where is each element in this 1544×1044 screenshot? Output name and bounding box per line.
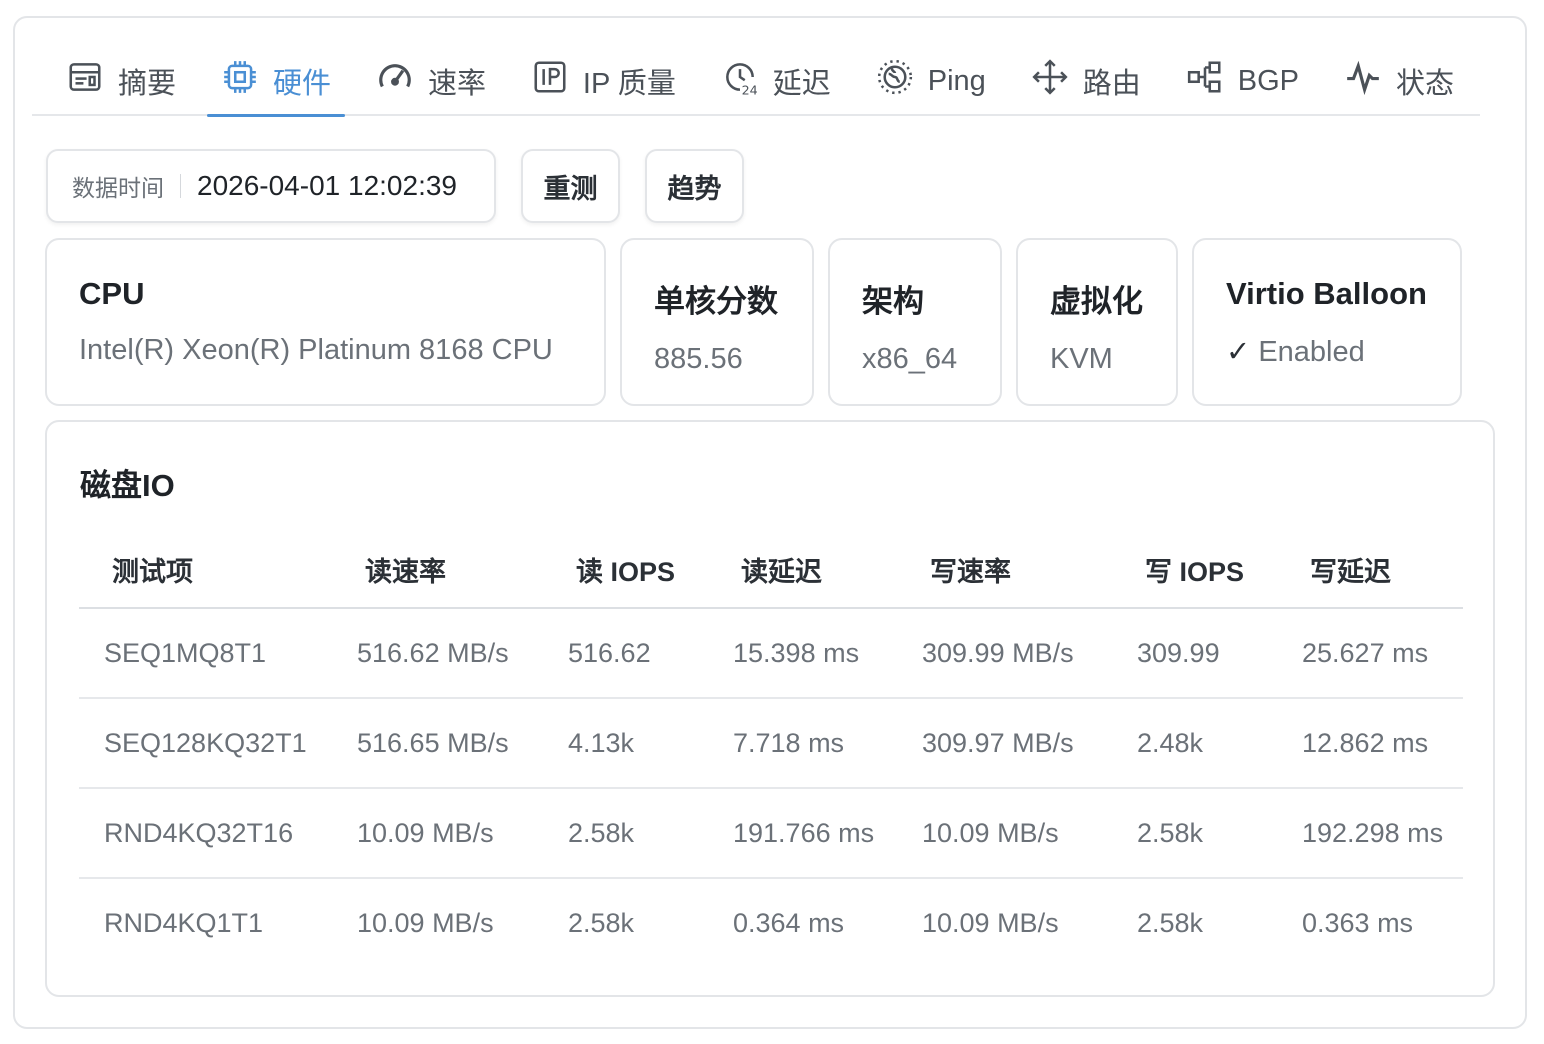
table-cell: RND4KQ32T16 xyxy=(79,788,332,879)
cpu-value: Intel(R) Xeon(R) Platinum 8168 CPU xyxy=(79,334,553,366)
retest-button[interactable]: 重测 xyxy=(521,149,620,223)
arch-card: 架构 x86_64 xyxy=(828,238,1002,406)
table-cell: 309.97 MB/s xyxy=(897,698,1112,789)
tab-label: 速率 xyxy=(427,68,486,100)
balloon-status: ✓ Enabled xyxy=(1226,334,1460,369)
chip-icon xyxy=(221,58,259,104)
arch-title: 架构 xyxy=(862,284,924,319)
summary-icon xyxy=(66,58,104,104)
data-time-chip: 数据时间 2026-04-01 12:02:39 xyxy=(46,149,496,223)
network-icon xyxy=(1186,58,1224,104)
activity-icon xyxy=(1344,58,1382,104)
tab-latency[interactable]: 24 延迟 xyxy=(707,47,845,115)
tab-bar: 摘要 硬件 速率 IP 质量 24 延迟 Ping 路由 BGP 状态 xyxy=(32,47,1480,117)
balloon-value: Enabled xyxy=(1258,336,1365,368)
table-cell: 2.58k xyxy=(1112,788,1277,879)
trend-button[interactable]: 趋势 xyxy=(645,149,744,223)
table-cell: 2.58k xyxy=(568,908,635,938)
speedometer-icon xyxy=(376,58,414,104)
tab-ip-quality[interactable]: IP 质量 xyxy=(517,47,690,115)
table-cell: SEQ128KQ32T1 xyxy=(79,698,332,789)
table-cell: 10.09 MB/s xyxy=(897,788,1112,879)
table-cell: 10.09 MB/s xyxy=(357,908,494,938)
table-row: RND4KQ32T16 10.09 MB/s 2.58k 191.766 ms … xyxy=(79,788,1463,879)
table-cell: 12.862 ms xyxy=(1277,698,1463,789)
clock-24-icon: 24 xyxy=(721,58,759,104)
table-cell: 516.65 MB/s xyxy=(332,698,543,789)
table-cell: SEQ1MQ8T1 xyxy=(79,608,332,699)
table-row: SEQ1MQ8T1 516.62 MB/s 516.62 15.398 ms 3… xyxy=(79,608,1463,699)
arch-value: x86_64 xyxy=(862,343,958,375)
tab-label: BGP xyxy=(1237,64,1299,97)
check-icon: ✓ xyxy=(1226,336,1251,368)
single-core-value: 885.56 xyxy=(654,343,743,375)
table-cell: 192.298 ms xyxy=(1277,788,1463,879)
table-header-row: 测试项 读速率 读 IOPS 读延迟 写速率 写 IOPS 写延迟 xyxy=(79,532,1463,609)
col-header: 写速率 xyxy=(897,532,1112,609)
tab-label: IP 质量 xyxy=(582,68,676,100)
tab-label: 状态 xyxy=(1395,68,1454,100)
route-icon xyxy=(1031,58,1069,104)
tab-label: 摘要 xyxy=(118,68,177,100)
disk-io-title: 磁盘IO xyxy=(80,468,175,503)
table-cell: 10.09 MB/s xyxy=(922,908,1059,938)
tab-speed[interactable]: 速率 xyxy=(362,47,500,115)
tab-label: 延迟 xyxy=(772,68,831,100)
table-cell: 516.62 xyxy=(543,608,708,699)
table-cell: 0.364 ms xyxy=(733,908,845,938)
balloon-card: Virtio Balloon ✓ Enabled xyxy=(1192,238,1462,406)
table-cell: 25.627 ms xyxy=(1277,608,1463,699)
table-cell: 516.62 MB/s xyxy=(332,608,543,699)
single-core-title: 单核分数 xyxy=(654,284,778,319)
table-cell: RND4KQ1T1 xyxy=(104,908,264,938)
table-cell: 2.58k xyxy=(543,788,708,879)
cpu-card: CPU Intel(R) Xeon(R) Platinum 8168 CPU xyxy=(45,238,606,406)
tab-status[interactable]: 状态 xyxy=(1330,47,1468,115)
table-cell: 191.766 ms xyxy=(708,788,897,879)
table-cell: 10.09 MB/s xyxy=(332,788,543,879)
table-cell: 4.13k xyxy=(543,698,708,789)
divider xyxy=(180,174,181,198)
tab-ping[interactable]: Ping xyxy=(862,47,1000,115)
col-header: 读 IOPS xyxy=(543,532,708,609)
table-cell: 309.99 MB/s xyxy=(897,608,1112,699)
table-row: SEQ128KQ32T1 516.65 MB/s 4.13k 7.718 ms … xyxy=(79,698,1463,789)
table-cell: 7.718 ms xyxy=(708,698,897,789)
col-header: 写 IOPS xyxy=(1112,532,1277,609)
ip-icon xyxy=(531,58,569,104)
table-cell: 0.363 ms xyxy=(1302,908,1414,938)
tab-route[interactable]: 路由 xyxy=(1017,47,1155,115)
col-header: 写延迟 xyxy=(1277,532,1463,609)
col-header: 测试项 xyxy=(79,532,332,609)
tab-label: Ping xyxy=(927,64,986,97)
table-cell: 2.58k xyxy=(1137,908,1204,938)
tab-summary[interactable]: 摘要 xyxy=(52,47,190,115)
tab-hardware[interactable]: 硬件 xyxy=(206,47,346,117)
table-cell: 15.398 ms xyxy=(708,608,897,699)
data-time-value: 2026-04-01 12:02:39 xyxy=(197,170,457,201)
tab-bgp[interactable]: BGP xyxy=(1172,47,1313,115)
disk-io-table: 测试项 读速率 读 IOPS 读延迟 写速率 写 IOPS 写延迟 SEQ1MQ… xyxy=(79,532,1463,968)
table-row: RND4KQ1T1 10.09 MB/s 2.58k 0.364 ms 10.0… xyxy=(79,878,1463,968)
virt-title: 虚拟化 xyxy=(1050,284,1143,319)
table-cell: 309.99 xyxy=(1112,608,1277,699)
disk-io-section: 磁盘IO 测试项 读速率 读 IOPS 读延迟 写速率 写 IOPS 写延迟 S… xyxy=(45,420,1495,997)
data-time-label: 数据时间 xyxy=(72,175,164,201)
cpu-title: CPU xyxy=(79,276,145,311)
table-cell: 2.48k xyxy=(1112,698,1277,789)
svg-text:24: 24 xyxy=(741,82,757,96)
virt-value: KVM xyxy=(1050,343,1113,375)
single-core-card: 单核分数 885.56 xyxy=(620,238,814,406)
tab-label: 硬件 xyxy=(272,68,331,100)
virt-card: 虚拟化 KVM xyxy=(1016,238,1178,406)
col-header: 读延迟 xyxy=(708,532,897,609)
tab-label: 路由 xyxy=(1082,68,1141,100)
globe-icon xyxy=(876,58,914,104)
col-header: 读速率 xyxy=(332,532,543,609)
balloon-title: Virtio Balloon xyxy=(1226,276,1427,311)
